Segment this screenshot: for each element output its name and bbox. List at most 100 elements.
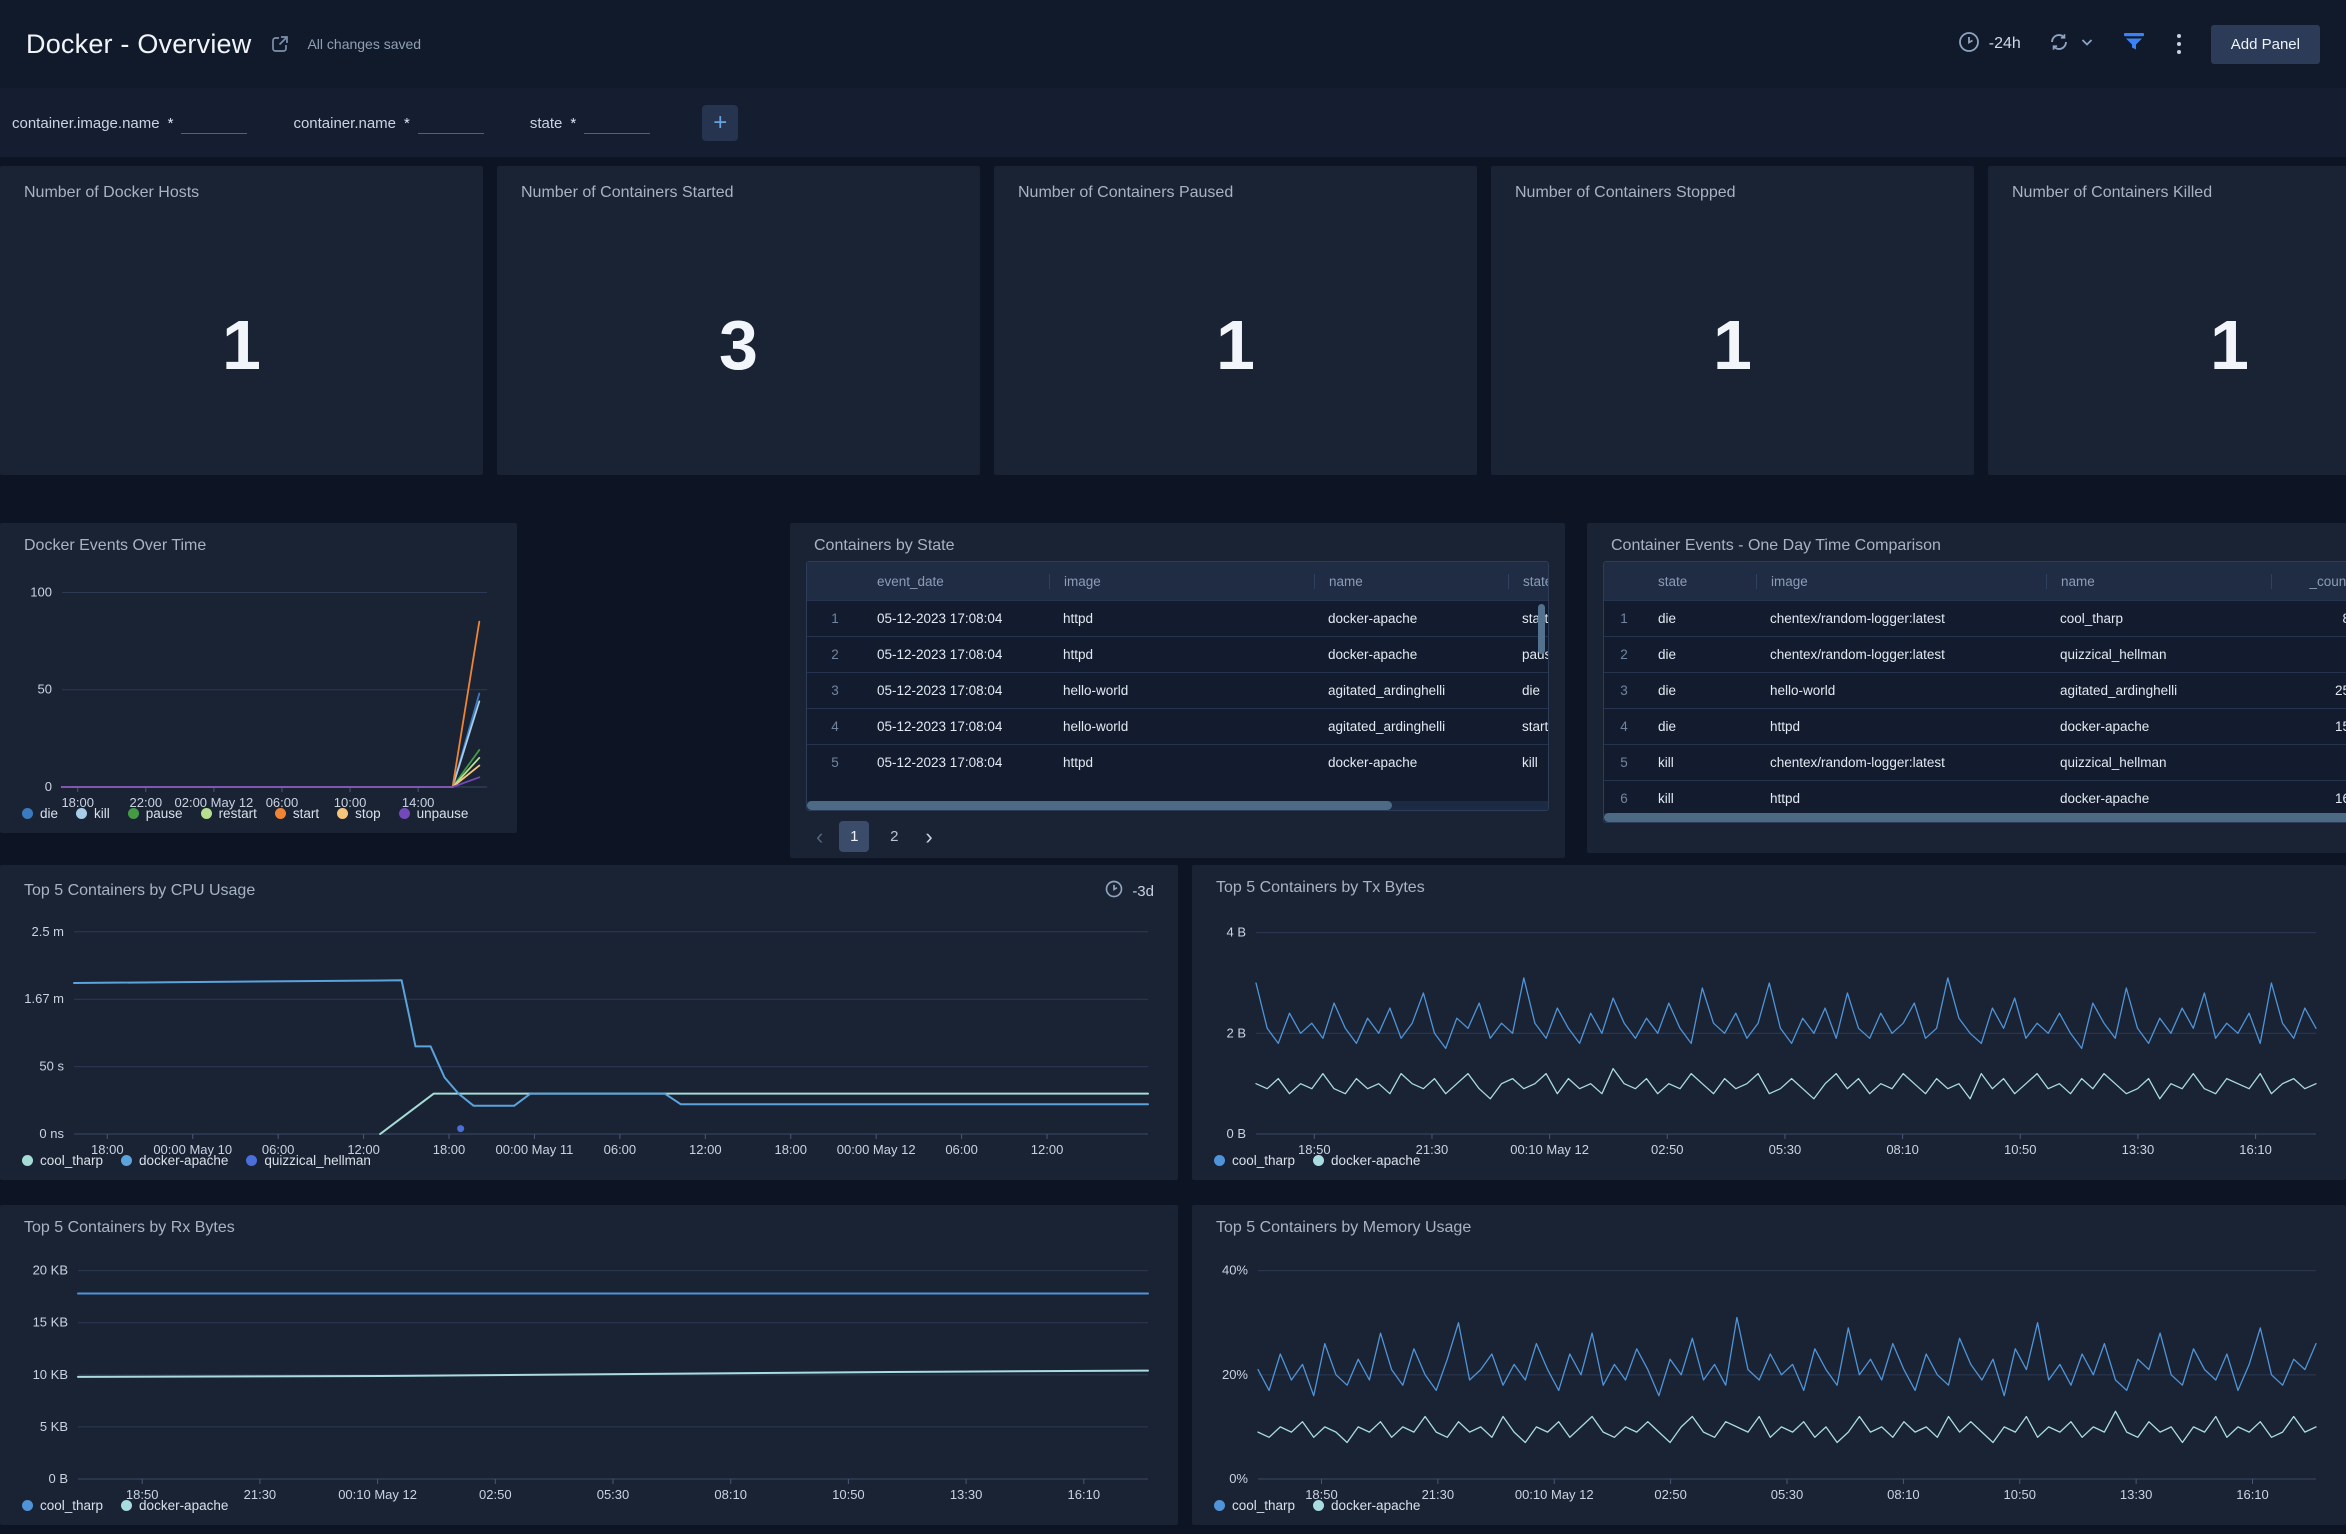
table-cell: chentex/random-logger:latest (1756, 755, 2046, 770)
legend-item-docker-apache[interactable]: docker-apache (121, 1153, 228, 1168)
legend-dot-icon (22, 808, 33, 819)
legend-dot-icon (22, 1500, 33, 1511)
refresh-control[interactable] (2047, 30, 2095, 59)
panel-docker-hosts: Number of Docker Hosts 1 (0, 166, 483, 475)
table-row[interactable]: 4diehttpddocker-apache15 (1604, 708, 2346, 744)
svg-text:0%: 0% (1229, 1471, 1248, 1486)
table-cell: die (1508, 683, 1549, 698)
column-header-state[interactable]: state (1644, 574, 1756, 589)
panel-title: Number of Containers Paused (1018, 184, 1453, 202)
legend-label: docker-apache (1331, 1153, 1420, 1168)
legend-dot-icon (1313, 1155, 1324, 1166)
legend-label: cool_tharp (40, 1153, 103, 1168)
table-cell: 16 (2271, 791, 2346, 806)
table-row[interactable]: 2diechentex/random-logger:latestquizzica… (1604, 636, 2346, 672)
table-cell: hello-world (1049, 683, 1314, 698)
table-row[interactable]: 3diehello-worldagitated_ardinghelli25 (1604, 672, 2346, 708)
svg-text:5 KB: 5 KB (40, 1419, 68, 1434)
memory-usage-chart: 0%20%40%18:5021:3000:10 May 1202:5005:30… (1208, 1243, 2330, 1492)
legend-item-restart[interactable]: restart (201, 806, 257, 821)
table-cell: httpd (1049, 611, 1314, 626)
time-range-control[interactable]: -24h (1957, 30, 2021, 59)
legend-label: die (40, 806, 58, 821)
legend-item-start[interactable]: start (275, 806, 319, 821)
filter-container-name: container.name * (293, 112, 483, 134)
column-header-name[interactable]: name (1314, 574, 1508, 589)
column-header-event_date[interactable]: event_date (863, 574, 1049, 589)
legend-item-docker-apache[interactable]: docker-apache (1313, 1498, 1420, 1513)
add-filter-button[interactable]: + (702, 105, 738, 141)
legend-item-cool_tharp[interactable]: cool_tharp (1214, 1153, 1295, 1168)
panel-title: Containers by State (814, 537, 955, 555)
panel-title: Number of Containers Started (521, 184, 956, 202)
table-row[interactable]: 405-12-2023 17:08:04hello-worldagitated_… (807, 708, 1549, 744)
column-header-image[interactable]: image (1049, 574, 1314, 589)
table-row[interactable]: 5killchentex/random-logger:latestquizzic… (1604, 744, 2346, 780)
table-cell: 05-12-2023 17:08:04 (863, 647, 1049, 662)
page-1-button[interactable]: 1 (839, 821, 869, 852)
table-cell: httpd (1049, 647, 1314, 662)
horizontal-scrollbar[interactable] (1604, 813, 2346, 822)
table-row[interactable]: 305-12-2023 17:08:04hello-worldagitated_… (807, 672, 1549, 708)
page-prev-icon[interactable]: ‹ (810, 826, 829, 848)
column-header-image[interactable]: image (1756, 574, 2046, 589)
legend-label: docker-apache (139, 1153, 228, 1168)
page-next-icon[interactable]: › (919, 826, 938, 848)
svg-text:50: 50 (38, 682, 52, 697)
table-row[interactable]: 505-12-2023 17:08:04httpddocker-apacheki… (807, 744, 1549, 780)
stat-value: 1 (1515, 202, 1950, 457)
table-row[interactable]: 205-12-2023 17:08:04httpddocker-apachepa… (807, 636, 1549, 672)
filter-label: container.name (293, 115, 396, 134)
filter-input-state[interactable] (584, 112, 650, 134)
legend-item-pause[interactable]: pause (128, 806, 183, 821)
filter-state: state * (530, 112, 650, 134)
panel-top5-cpu-usage: Top 5 Containers by CPU Usage -3d 0 ns50… (0, 865, 1178, 1180)
legend-label: docker-apache (139, 1498, 228, 1513)
legend-label: cool_tharp (40, 1498, 103, 1513)
column-header-name[interactable]: name (2046, 574, 2271, 589)
table-cell: 4 (807, 719, 863, 734)
cpu-tx-row: Top 5 Containers by CPU Usage -3d 0 ns50… (0, 865, 2346, 1180)
legend-label: cool_tharp (1232, 1153, 1295, 1168)
legend-item-cool_tharp[interactable]: cool_tharp (1214, 1498, 1295, 1513)
table-cell: kill (1644, 755, 1756, 770)
table-cell: 25 (2271, 683, 2346, 698)
table-row[interactable]: 105-12-2023 17:08:04httpddocker-apachest… (807, 600, 1549, 636)
table-cell: cool_tharp (2046, 611, 2271, 626)
legend-item-die[interactable]: die (22, 806, 58, 821)
legend-item-unpause[interactable]: unpause (399, 806, 469, 821)
filter-input-container-image-name[interactable] (181, 112, 247, 134)
stat-panels-row: Number of Docker Hosts 1 Number of Conta… (0, 166, 2346, 475)
stat-value: 1 (1018, 202, 1453, 457)
legend-label: start (293, 806, 319, 821)
more-options-icon[interactable] (2173, 30, 2185, 58)
legend-item-stop[interactable]: stop (337, 806, 381, 821)
legend-item-docker-apache[interactable]: docker-apache (1313, 1153, 1420, 1168)
legend-dot-icon (22, 1155, 33, 1166)
svg-text:4 B: 4 B (1226, 925, 1246, 940)
legend-item-docker-apache[interactable]: docker-apache (121, 1498, 228, 1513)
legend-label: cool_tharp (1232, 1498, 1295, 1513)
table-cell: start (1508, 719, 1549, 734)
filter-input-container-name[interactable] (418, 112, 484, 134)
column-header-_count[interactable]: _count (2271, 574, 2346, 589)
legend-item-kill[interactable]: kill (76, 806, 110, 821)
column-header-state[interactable]: state (1508, 574, 1549, 589)
horizontal-scrollbar[interactable] (807, 801, 1548, 810)
table-row[interactable]: 1diechentex/random-logger:latestcool_tha… (1604, 600, 2346, 636)
middle-row: Docker Events Over Time 05010018:0022:00… (0, 523, 2346, 858)
legend-item-cool_tharp[interactable]: cool_tharp (22, 1153, 103, 1168)
share-icon[interactable] (269, 33, 291, 55)
table-row[interactable]: 6killhttpddocker-apache16 (1604, 780, 2346, 816)
legend-item-quizzical_hellman[interactable]: quizzical_hellman (246, 1153, 371, 1168)
legend-item-cool_tharp[interactable]: cool_tharp (22, 1498, 103, 1513)
svg-text:15 KB: 15 KB (33, 1315, 68, 1330)
table-cell: quizzical_hellman (2046, 755, 2271, 770)
page-2-button[interactable]: 2 (879, 821, 909, 852)
table-cell: 3 (807, 683, 863, 698)
vertical-scrollbar[interactable] (1538, 604, 1545, 654)
filter-icon[interactable] (2121, 30, 2147, 59)
svg-text:20%: 20% (1222, 1367, 1248, 1382)
svg-text:1.67 m: 1.67 m (24, 991, 64, 1006)
add-panel-button[interactable]: Add Panel (2211, 25, 2320, 64)
